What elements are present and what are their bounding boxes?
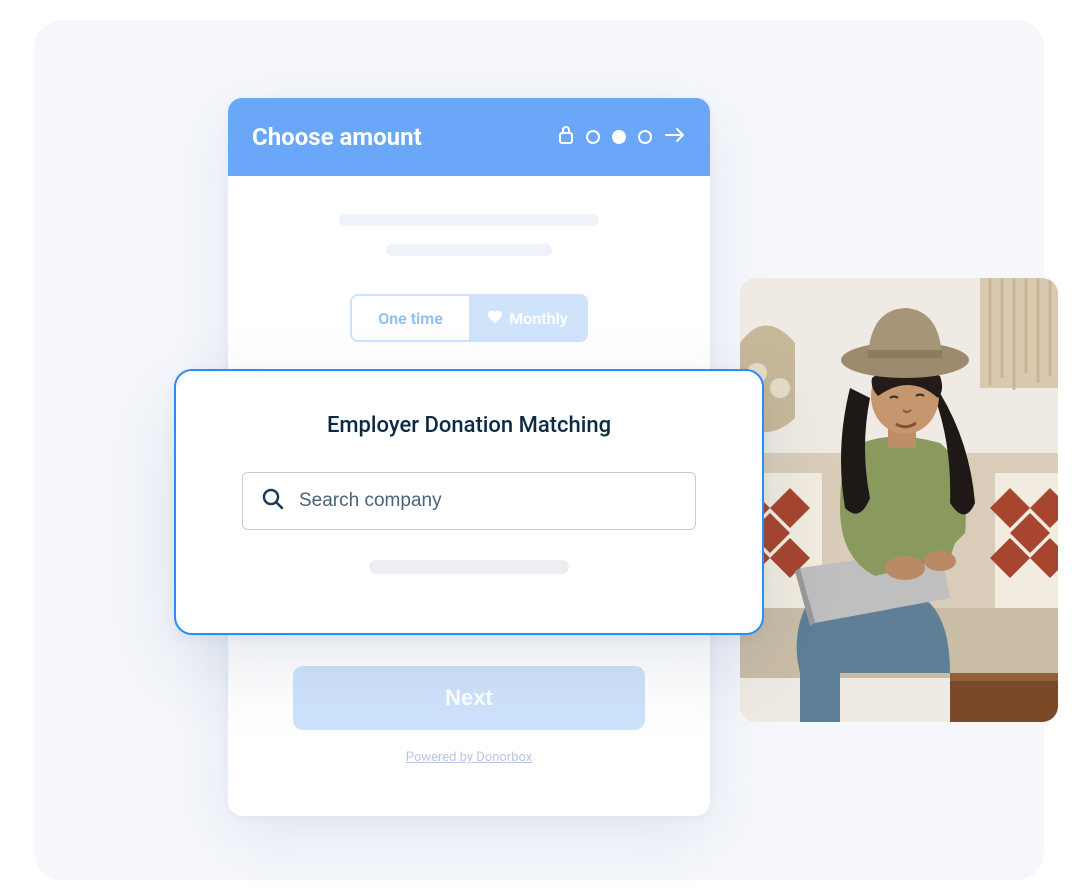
- progress-step-2: [612, 130, 626, 144]
- next-button-label: Next: [445, 685, 493, 710]
- heart-icon: [487, 309, 503, 328]
- next-button[interactable]: Next: [293, 666, 645, 730]
- skeleton-line: [369, 560, 569, 574]
- background-canvas: Choose amount: [34, 20, 1044, 880]
- lock-icon: [558, 125, 574, 149]
- employer-matching-modal: Employer Donation Matching: [174, 369, 764, 635]
- skeleton-line: [386, 244, 552, 256]
- progress-step-3: [638, 130, 652, 144]
- frequency-onetime[interactable]: One time: [352, 296, 469, 340]
- arrow-right-icon[interactable]: [664, 127, 686, 147]
- card-header: Choose amount: [228, 98, 710, 176]
- company-search-box[interactable]: [242, 472, 696, 530]
- progress-step-1: [586, 130, 600, 144]
- search-icon: [261, 487, 285, 515]
- header-controls: [558, 125, 686, 149]
- frequency-toggle: One time Monthly: [350, 294, 588, 342]
- modal-title: Employer Donation Matching: [327, 413, 611, 438]
- hero-photo: [740, 278, 1058, 722]
- header-title: Choose amount: [252, 123, 544, 151]
- company-search-input[interactable]: [299, 490, 677, 512]
- skeleton-line: [339, 214, 599, 226]
- frequency-onetime-label: One time: [378, 309, 443, 328]
- powered-by-link[interactable]: Powered by Donorbox: [406, 750, 533, 765]
- frequency-monthly-label: Monthly: [509, 309, 567, 328]
- frequency-monthly[interactable]: Monthly: [469, 296, 586, 340]
